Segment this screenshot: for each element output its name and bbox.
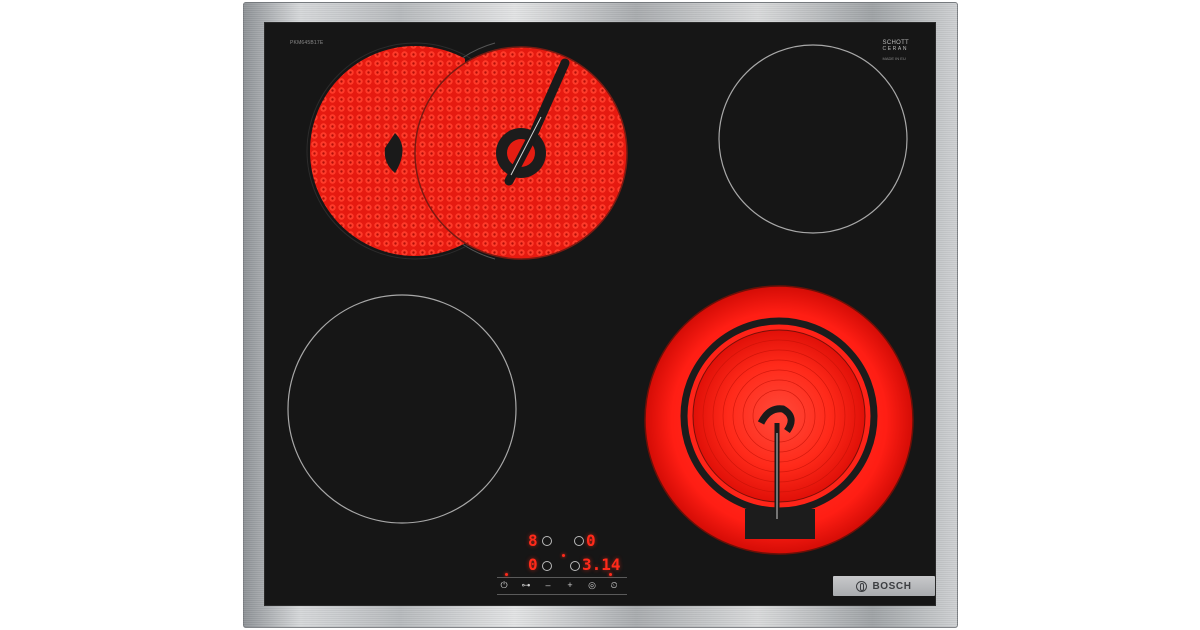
brand-badge: BOSCH	[833, 576, 935, 596]
minus-button[interactable]: –	[541, 579, 555, 592]
power-level-display-top-left: 8	[528, 531, 538, 550]
zone-rear-left[interactable]	[305, 42, 628, 263]
child-lock-button[interactable]: ⊶	[519, 579, 533, 592]
glass-brand-line3: MADE IN EU	[882, 56, 906, 61]
zone-indicator-rear-right[interactable]	[574, 536, 584, 546]
zone-indicator-front-left[interactable]	[542, 561, 552, 571]
zone-rear-right[interactable]	[718, 44, 908, 234]
zone-front-left[interactable]	[287, 294, 517, 524]
touch-control-bar: ⏻ ⊶ – + ◎ ⏲	[497, 573, 627, 595]
zone-indicator-front-right[interactable]	[570, 561, 580, 571]
zone-indicator-rear-left[interactable]	[542, 536, 552, 546]
model-label: PKM645B17E	[290, 40, 324, 46]
plus-button[interactable]: +	[563, 579, 577, 592]
active-zone-led	[562, 554, 565, 557]
glass-brand-label: SCHOTT CERAN MADE IN EU	[883, 40, 909, 62]
timer-button[interactable]: ⏲	[607, 579, 621, 592]
glass-brand-line2: CERAN	[882, 46, 909, 52]
power-led	[505, 573, 508, 576]
power-level-display-bottom-left: 0	[528, 555, 538, 574]
timer-display: 3.14	[582, 555, 621, 574]
timer-led	[609, 573, 612, 576]
brand-name: BOSCH	[872, 580, 912, 592]
power-button[interactable]: ⏻	[497, 579, 511, 592]
power-level-display-top-right: 0	[586, 531, 596, 550]
zone-select-button[interactable]: ◎	[585, 579, 599, 592]
zone-front-right[interactable]	[644, 285, 914, 555]
bosch-logo-icon	[856, 580, 868, 592]
ceramic-glass-panel: PKM645B17E SCHOTT CERAN MADE IN EU 8 0 0…	[265, 23, 935, 605]
cooking-zones	[287, 42, 914, 555]
